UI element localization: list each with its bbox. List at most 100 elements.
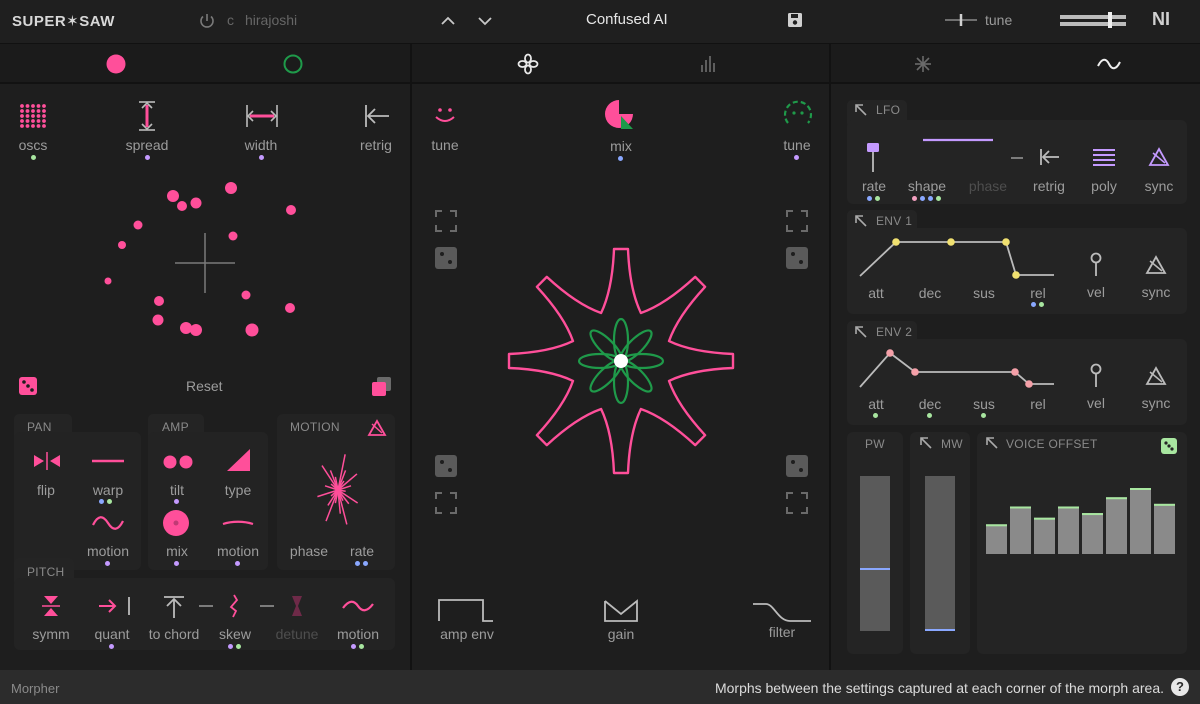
preset-name[interactable]: Confused AI <box>586 11 668 28</box>
pw-slider-thumb[interactable] <box>860 567 890 570</box>
motion-title: MOTION <box>290 420 340 434</box>
env1-dec-label: dec <box>918 285 942 301</box>
symm-icon[interactable] <box>41 594 61 618</box>
capture-corner-bl-icon[interactable] <box>435 492 457 514</box>
env2-expand-icon[interactable] <box>855 326 867 338</box>
chevron-up-icon[interactable] <box>440 13 456 29</box>
tab-bars-icon[interactable] <box>700 55 718 73</box>
capture-corner-br-icon[interactable] <box>786 492 808 514</box>
dice-corner-br-icon[interactable] <box>786 455 808 477</box>
tilt-icon[interactable] <box>162 454 194 470</box>
mod-dot <box>794 155 799 160</box>
motion-sync-icon[interactable] <box>367 419 387 436</box>
lfo-expand-icon[interactable] <box>855 104 867 116</box>
key-select[interactable]: c <box>227 12 234 28</box>
morph-area[interactable] <box>500 245 742 477</box>
skew-icon[interactable] <box>228 594 240 618</box>
phase-label: phase <box>289 543 329 559</box>
amp-mix-icon[interactable] <box>162 509 190 537</box>
mod-dot <box>363 561 368 566</box>
amp-env-icon[interactable] <box>438 598 494 622</box>
gain-icon[interactable] <box>604 599 638 622</box>
help-button[interactable]: ? <box>1171 678 1189 696</box>
mod-dot <box>912 196 917 201</box>
amp-mix-label: mix <box>166 543 188 559</box>
warp-icon[interactable] <box>92 456 124 466</box>
dice-corner-bl-icon[interactable] <box>435 455 457 477</box>
tab-wave-icon[interactable] <box>1097 57 1121 71</box>
mod-dot <box>105 561 110 566</box>
lfo-rate-slider-icon[interactable] <box>865 142 881 172</box>
voice-offset-bar-cap <box>1154 503 1175 506</box>
pitch-motion-icon[interactable] <box>342 598 374 614</box>
mw-slider-thumb[interactable] <box>925 629 955 631</box>
lfo-section <box>847 120 1187 204</box>
mod-dot <box>228 644 233 649</box>
morph-position-handle[interactable] <box>614 354 628 368</box>
dice-icon[interactable] <box>19 377 37 395</box>
output-volume-slider[interactable] <box>1060 12 1128 28</box>
smile-tune-icon[interactable] <box>433 104 457 126</box>
amp-motion-icon[interactable] <box>222 518 254 528</box>
capture-corner-tr-icon[interactable] <box>786 210 808 232</box>
voice-offset-title: VOICE OFFSET <box>1006 437 1098 451</box>
tune-slider-icon[interactable] <box>945 13 977 27</box>
poly-icon[interactable] <box>1093 148 1115 166</box>
tab-circle-outline-icon[interactable] <box>283 54 303 74</box>
reset-button[interactable]: Reset <box>186 378 223 394</box>
tab-circle-filled-icon[interactable] <box>106 54 126 74</box>
voice-offset-bar-cap <box>1034 517 1055 520</box>
env2-vel-label: vel <box>1087 395 1105 411</box>
amp-env-label: amp env <box>440 626 494 642</box>
env1-graph[interactable] <box>858 236 1058 280</box>
spread-icon[interactable] <box>135 100 159 132</box>
tab-asterisk-icon[interactable] <box>914 55 932 73</box>
lfo-shape-display[interactable] <box>922 136 994 144</box>
mod-dot <box>936 196 941 201</box>
quant-label: quant <box>94 626 130 642</box>
lfo-retrig-icon[interactable] <box>1040 148 1060 166</box>
type-icon[interactable] <box>226 449 250 471</box>
mod-dot <box>927 413 932 418</box>
width-label: width <box>244 137 278 153</box>
mw-slider-track[interactable] <box>925 476 955 631</box>
quant-icon[interactable] <box>98 596 132 616</box>
chevron-down-icon[interactable] <box>477 13 493 29</box>
oscs-grid-icon[interactable] <box>19 103 47 129</box>
tune-right-knob-icon[interactable] <box>783 98 813 128</box>
to-chord-icon[interactable] <box>163 596 185 618</box>
env2-graph[interactable] <box>858 347 1058 391</box>
env2-vel-icon[interactable] <box>1089 363 1103 387</box>
copy-icon[interactable] <box>372 377 391 396</box>
motion-burst-display[interactable] <box>310 450 366 530</box>
pw-slider-track[interactable] <box>860 476 890 631</box>
env1-sync-icon[interactable] <box>1145 255 1167 274</box>
save-icon[interactable] <box>787 12 803 28</box>
scale-select[interactable]: hirajoshi <box>245 12 297 28</box>
env1-vel-icon[interactable] <box>1089 252 1103 276</box>
env2-sync-icon[interactable] <box>1145 366 1167 385</box>
lfo-shape-label: shape <box>907 178 947 194</box>
dice-corner-tl-icon[interactable] <box>435 247 457 269</box>
power-icon[interactable] <box>198 12 216 30</box>
detune-icon[interactable] <box>290 594 304 618</box>
flip-icon[interactable] <box>33 452 61 470</box>
mw-expand-icon[interactable] <box>920 437 932 449</box>
mix-pie-icon[interactable] <box>604 98 634 130</box>
voice-offset-bar-cap <box>986 524 1007 527</box>
pan-motion-icon[interactable] <box>92 513 124 533</box>
dice-corner-tr-icon[interactable] <box>786 247 808 269</box>
env1-expand-icon[interactable] <box>855 215 867 227</box>
voice-offset-expand-icon[interactable] <box>986 437 998 449</box>
stereo-field-display[interactable] <box>95 175 310 345</box>
spread-label: spread <box>125 137 169 153</box>
capture-corner-tl-icon[interactable] <box>435 210 457 232</box>
retrig-icon[interactable] <box>364 104 390 128</box>
width-icon[interactable] <box>245 103 279 129</box>
tab-flower-icon[interactable] <box>517 53 539 75</box>
filter-icon[interactable] <box>752 602 812 622</box>
lfo-sync-icon[interactable] <box>1148 147 1170 166</box>
voice-offset-bars[interactable] <box>985 470 1179 556</box>
status-section: Morpher <box>11 681 60 696</box>
voice-offset-dice-icon[interactable] <box>1161 438 1177 454</box>
